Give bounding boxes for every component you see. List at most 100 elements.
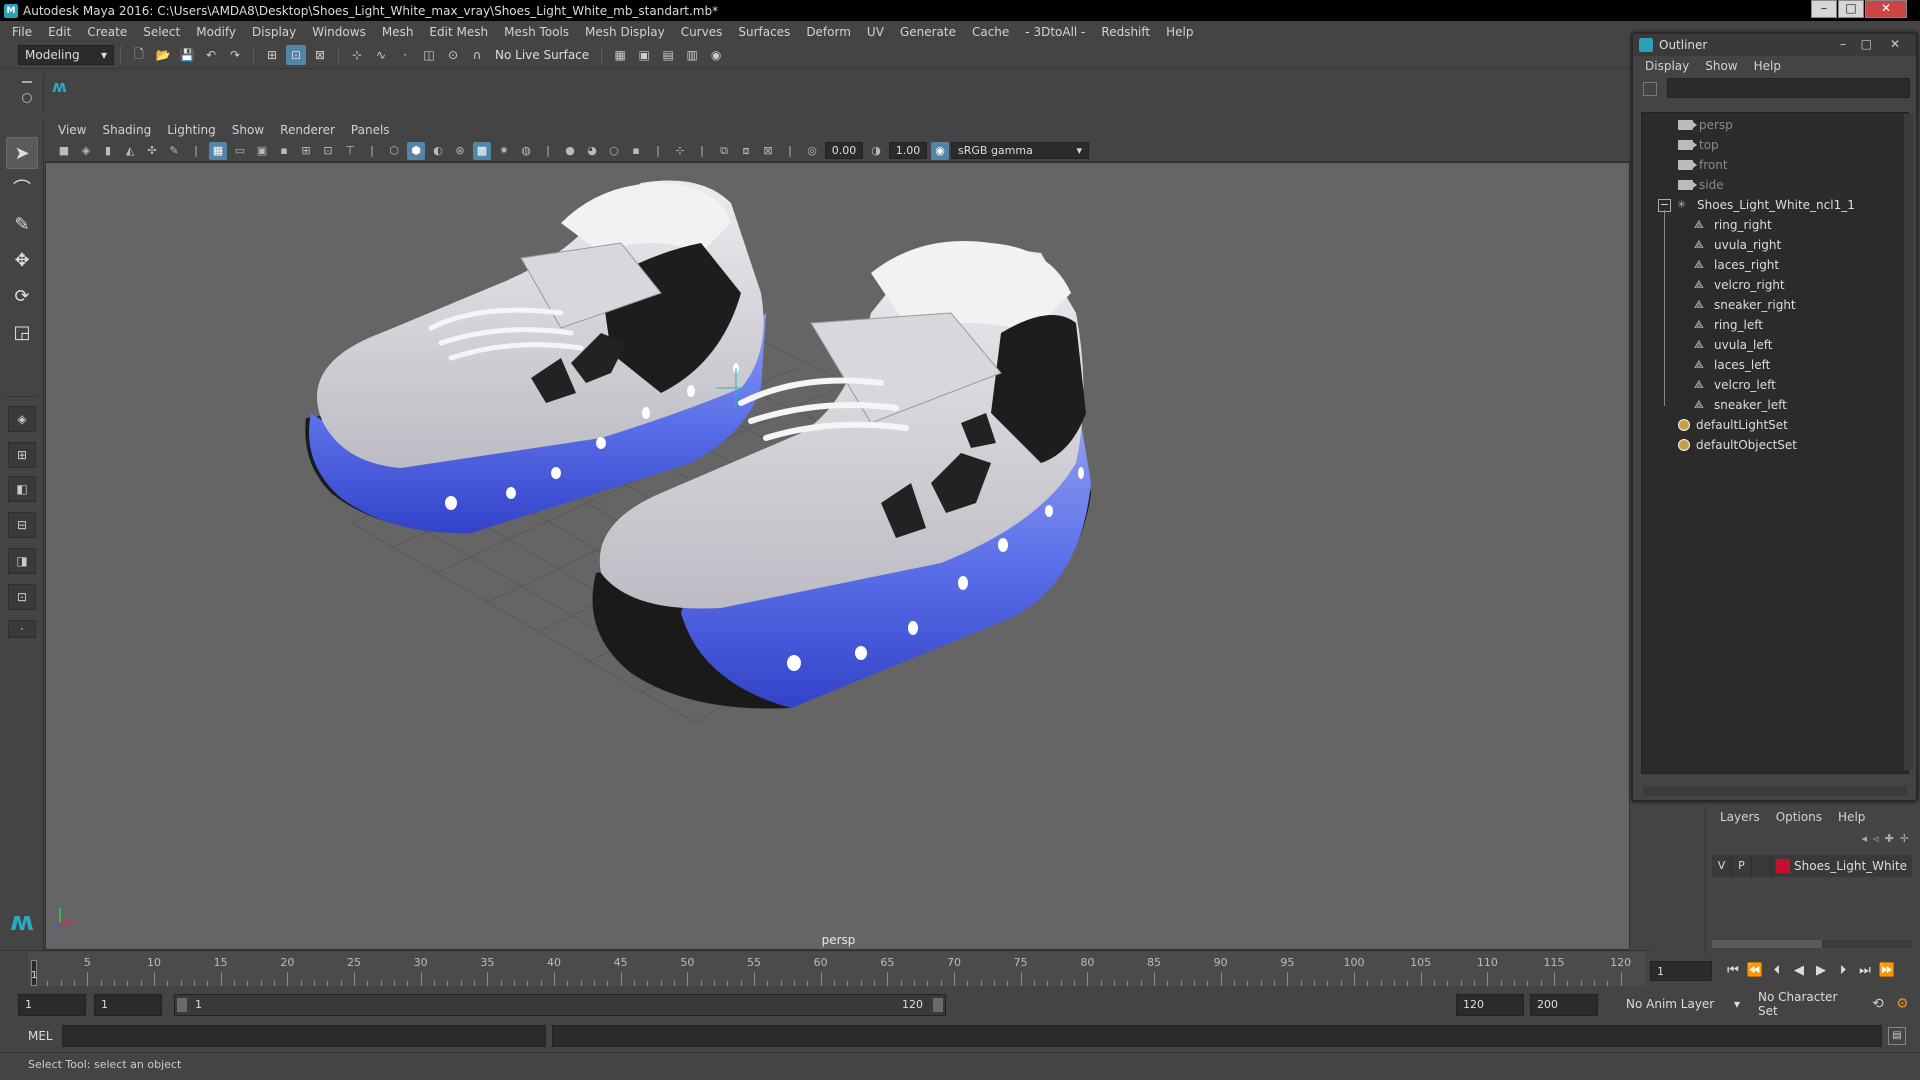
- lasso-tool-icon[interactable]: ⌒: [6, 172, 38, 204]
- tree-item-velcro-left[interactable]: ⟁ velcro_left: [1694, 375, 1908, 395]
- move-tool-icon[interactable]: ✥: [6, 244, 38, 276]
- viewport-menu-show[interactable]: Show: [224, 123, 272, 137]
- viewport-menu-shading[interactable]: Shading: [94, 123, 159, 137]
- go-to-end-icon[interactable]: ⏩: [1876, 961, 1898, 981]
- snap-view-plane-icon[interactable]: ◫: [419, 45, 439, 65]
- ipr-render-icon[interactable]: ▤: [658, 45, 678, 65]
- move-layer-up-icon[interactable]: ◂: [1862, 832, 1868, 845]
- shadows-icon[interactable]: ◍: [517, 142, 535, 160]
- tree-item-front[interactable]: front: [1678, 155, 1908, 175]
- move-layer-down-icon[interactable]: ◃: [1873, 832, 1879, 845]
- select-tool-icon[interactable]: ➤: [6, 137, 38, 169]
- layer-scrollbar-thumb[interactable]: [1712, 940, 1822, 948]
- viewport-menu-renderer[interactable]: Renderer: [272, 123, 343, 137]
- gamma-field[interactable]: 1.00: [889, 142, 927, 159]
- menu-mesh[interactable]: Mesh: [374, 25, 422, 39]
- tree-item-side[interactable]: side: [1678, 175, 1908, 195]
- xray-components-icon[interactable]: ⊠: [759, 142, 777, 160]
- field-chart-icon[interactable]: ⊞: [297, 142, 315, 160]
- outliner-title-bar[interactable]: Outliner – □ ✕: [1633, 34, 1916, 56]
- step-back-frame-icon[interactable]: ⏴: [1766, 961, 1788, 981]
- xray-joints-icon[interactable]: ⧈: [737, 142, 755, 160]
- gate-mask-icon[interactable]: ▪: [275, 142, 293, 160]
- menu-redshift[interactable]: Redshift: [1093, 25, 1158, 39]
- wireframe-icon[interactable]: ⬡: [385, 142, 403, 160]
- menu-mesh-display[interactable]: Mesh Display: [577, 25, 673, 39]
- select-hierarchy-icon[interactable]: ⊞: [262, 45, 282, 65]
- minimize-button[interactable]: –: [1811, 0, 1837, 18]
- outliner-menu-display[interactable]: Display: [1637, 59, 1697, 73]
- range-handle-end[interactable]: [933, 998, 943, 1012]
- hypershade-layout-icon[interactable]: ⊡: [8, 584, 36, 610]
- range-slider[interactable]: 1 120: [174, 994, 946, 1016]
- smooth-shade-icon[interactable]: ⬢: [407, 141, 425, 160]
- script-editor-icon[interactable]: ▤: [1888, 1027, 1906, 1045]
- graph-persp-icon[interactable]: ◨: [8, 548, 36, 574]
- maximize-icon[interactable]: □: [1861, 37, 1872, 51]
- view-transform-dropdown[interactable]: sRGB gamma ▾: [951, 142, 1089, 159]
- step-forward-key-icon[interactable]: ⏭: [1854, 961, 1876, 981]
- play-backwards-icon[interactable]: ◀: [1788, 961, 1810, 981]
- step-back-key-icon[interactable]: ⏪: [1744, 961, 1766, 981]
- exposure-field[interactable]: 0.00: [825, 142, 863, 159]
- layer-row[interactable]: V P Shoes_Light_White: [1712, 855, 1912, 877]
- tree-item-ring-right[interactable]: ⟁ ring_right: [1694, 215, 1908, 235]
- menu-3dtoall[interactable]: - 3DtoAll -: [1017, 25, 1093, 39]
- scale-tool-icon[interactable]: ◲: [6, 316, 38, 348]
- time-ruler[interactable]: 5 10 15 20 25 30 35 40 45 50 55 60 65 70 75 80 85 90 95 100…: [28, 952, 1646, 986]
- anim-layer-dropdown[interactable]: No Anim Layer ▾: [1620, 994, 1746, 1014]
- minimize-icon[interactable]: –: [1840, 37, 1846, 51]
- close-button[interactable]: ✕: [1865, 0, 1907, 18]
- menu-surfaces[interactable]: Surfaces: [730, 25, 798, 39]
- side-by-side-icon[interactable]: ◧: [8, 476, 36, 502]
- menu-select[interactable]: Select: [135, 25, 188, 39]
- bookmark-icon[interactable]: ▮: [99, 142, 117, 160]
- layer-playback-toggle[interactable]: P: [1732, 856, 1752, 876]
- animation-start-field[interactable]: 1: [18, 994, 86, 1016]
- camera-icon[interactable]: ■: [55, 142, 73, 160]
- tree-item-default-object-set[interactable]: defaultObjectSet: [1678, 435, 1908, 455]
- film-gate-icon[interactable]: ▭: [231, 142, 249, 160]
- select-object-icon[interactable]: ⊡: [286, 45, 306, 65]
- playback-end-field[interactable]: 120: [1456, 994, 1524, 1016]
- menu-file[interactable]: File: [4, 25, 40, 39]
- layer-visibility-toggle[interactable]: V: [1712, 856, 1732, 876]
- range-handle-start[interactable]: [177, 998, 187, 1012]
- magnet-icon[interactable]: ∩: [467, 45, 487, 65]
- grease-pencil-icon[interactable]: ✎: [165, 142, 183, 160]
- save-scene-icon[interactable]: 💾: [177, 45, 197, 65]
- depth-of-field-icon[interactable]: ▪: [627, 142, 645, 160]
- snap-live-icon[interactable]: ⊙: [443, 45, 463, 65]
- snap-grid-icon[interactable]: ⊹: [347, 45, 367, 65]
- step-forward-frame-icon[interactable]: ⏵: [1832, 961, 1854, 981]
- textured-icon[interactable]: ▩: [473, 141, 491, 160]
- menu-edit-mesh[interactable]: Edit Mesh: [421, 25, 496, 39]
- layer-menu-layers[interactable]: Layers: [1712, 810, 1768, 824]
- resolution-gate-icon[interactable]: ▣: [253, 142, 271, 160]
- outliner-menu-show[interactable]: Show: [1697, 59, 1745, 73]
- filter-icon[interactable]: [1643, 82, 1657, 96]
- menu-modify[interactable]: Modify: [188, 25, 244, 39]
- layer-display-type[interactable]: [1752, 856, 1772, 876]
- new-layer-icon[interactable]: ✚: [1885, 832, 1894, 845]
- camera-attributes-icon[interactable]: ◈: [77, 142, 95, 160]
- viewport-menu-view[interactable]: View: [50, 123, 94, 137]
- maya-shelf-icon[interactable]: ʍ: [52, 77, 74, 99]
- color-management-icon[interactable]: ◉: [931, 141, 949, 160]
- tree-item-default-light-set[interactable]: defaultLightSet: [1678, 415, 1908, 435]
- tree-item-sneaker-left[interactable]: ⟁ sneaker_left: [1694, 395, 1908, 415]
- menu-deform[interactable]: Deform: [798, 25, 859, 39]
- maximize-button[interactable]: □: [1838, 0, 1864, 18]
- tree-item-uvula-left[interactable]: ⟁ uvula_left: [1694, 335, 1908, 355]
- animation-end-field[interactable]: 200: [1530, 994, 1598, 1016]
- tree-item-ring-left[interactable]: ⟁ ring_left: [1694, 315, 1908, 335]
- shelf-tabs-toggle[interactable]: [0, 73, 44, 113]
- more-layouts-icon[interactable]: ·: [8, 620, 36, 638]
- layer-color-swatch[interactable]: [1776, 859, 1790, 873]
- undo-icon[interactable]: ↶: [201, 45, 221, 65]
- wireframe-on-shaded-icon[interactable]: ⊛: [451, 142, 469, 160]
- open-scene-icon[interactable]: 📂: [153, 45, 173, 65]
- tree-item-top[interactable]: top: [1678, 135, 1908, 155]
- playback-start-field[interactable]: 1: [94, 994, 162, 1016]
- rotate-tool-icon[interactable]: ⟳: [6, 280, 38, 312]
